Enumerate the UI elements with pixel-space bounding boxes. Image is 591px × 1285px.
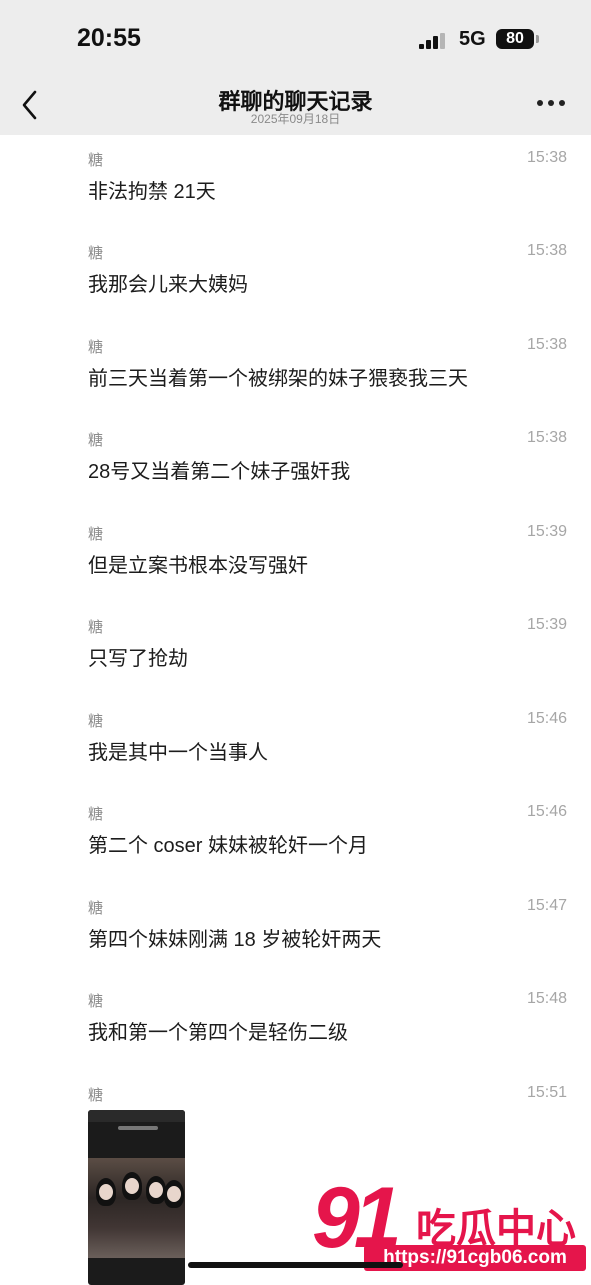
sender-name: 糖: [88, 713, 104, 730]
message-time: 15:46: [526, 803, 567, 820]
sender-name: 糖: [88, 152, 104, 169]
sender-name: 糖: [88, 1087, 104, 1104]
message-time: 15:38: [526, 336, 567, 353]
battery-icon: 80: [496, 29, 534, 49]
sender-name: 糖: [88, 526, 104, 543]
message-time: 15:38: [526, 242, 567, 259]
nav-bar: 群聊的聊天记录 2025年09月18日: [0, 74, 591, 135]
message-text: 但是立案书根本没写强奸: [88, 555, 308, 577]
message-text: 我那会儿来大姨妈: [88, 274, 248, 296]
sender-name: 糖: [88, 806, 104, 823]
message-text: 第二个 coser 妹妹被轮奸一个月: [88, 835, 369, 857]
message-text: 前三天当着第一个被绑架的妹子猥亵我三天: [88, 368, 468, 390]
message-time: 15:38: [526, 429, 567, 446]
thumbnail-statusbar: [88, 1110, 185, 1122]
message-text: 第四个妹妹刚满 18 岁被轮奸两天: [88, 929, 382, 951]
thumbnail-header: [88, 1126, 185, 1132]
sender-name: 糖: [88, 432, 104, 449]
message-text: 我是其中一个当事人: [88, 742, 268, 764]
thumbnail-photo: [88, 1158, 185, 1258]
sender-name: 糖: [88, 900, 104, 917]
message-time: 15:47: [526, 897, 567, 914]
signal-icon: [419, 33, 449, 49]
message-time: 15:46: [526, 710, 567, 727]
image-message-thumbnail[interactable]: [88, 1110, 185, 1285]
message-text: 我和第一个第四个是轻伤二级: [88, 1022, 348, 1044]
message-time: 15:51: [526, 1084, 567, 1101]
sender-name: 糖: [88, 245, 104, 262]
message-list[interactable]: 糖 15:38 非法拘禁 21天 糖 15:38 我那会儿来大姨妈 糖 15:3…: [0, 135, 591, 1285]
message-time: 15:38: [526, 149, 567, 166]
sender-name: 糖: [88, 339, 104, 356]
status-time: 20:55: [77, 24, 141, 52]
status-bar: 20:55 5G 80: [0, 0, 591, 74]
message-time: 15:39: [526, 616, 567, 633]
page-subtitle: 2025年09月18日: [250, 112, 341, 126]
message-text: 非法拘禁 21天: [88, 181, 216, 203]
home-indicator[interactable]: [188, 1262, 403, 1268]
battery-tip: [536, 35, 539, 43]
sender-name: 糖: [88, 993, 104, 1010]
network-label: 5G: [459, 28, 486, 50]
message-time: 15:39: [526, 523, 567, 540]
more-dots-icon[interactable]: [537, 100, 567, 108]
message-time: 15:48: [526, 990, 567, 1007]
message-text: 只写了抢劫: [88, 648, 188, 670]
message-text: 28号又当着第二个妹子强奸我: [88, 461, 351, 483]
sender-name: 糖: [88, 619, 104, 636]
